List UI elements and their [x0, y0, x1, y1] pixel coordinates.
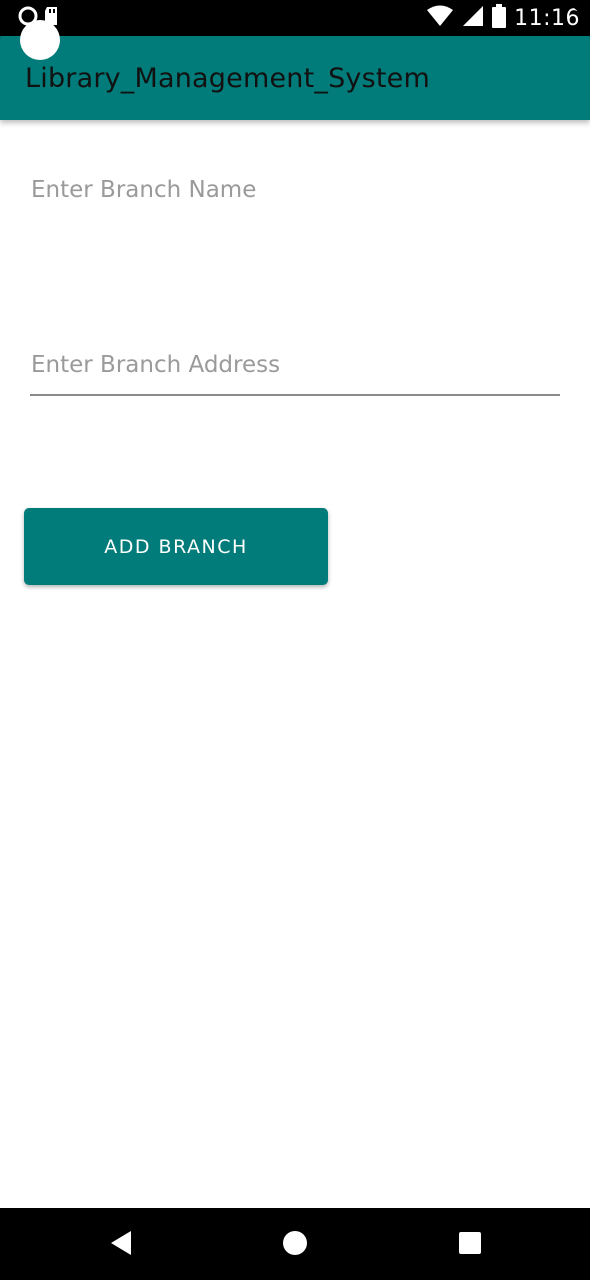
recent-apps-button[interactable]: [455, 1230, 485, 1260]
branch-address-input[interactable]: [30, 336, 560, 394]
phone-screen: 11:16 Library_Management_System ADD BRAN…: [0, 0, 590, 1280]
status-bar: 11:16: [0, 0, 590, 36]
back-icon: [109, 1230, 133, 1260]
wifi-icon: [426, 5, 454, 31]
status-right-icons: 11:16: [426, 4, 580, 32]
status-time: 11:16: [514, 5, 580, 31]
add-branch-button[interactable]: ADD BRANCH: [24, 508, 328, 585]
navigation-bar: [0, 1208, 590, 1280]
back-button[interactable]: [106, 1230, 136, 1260]
home-button[interactable]: [280, 1230, 310, 1260]
home-icon: [281, 1229, 309, 1261]
battery-icon: [492, 4, 507, 32]
branch-name-input[interactable]: [30, 160, 560, 220]
signal-icon: [462, 5, 484, 31]
app-bar: Library_Management_System: [0, 36, 590, 120]
main-content: ADD BRANCH: [0, 120, 590, 1208]
branch-address-field: [30, 336, 560, 396]
recent-apps-icon: [457, 1230, 483, 1260]
branch-name-field: [30, 160, 560, 220]
camera-cutout: [20, 20, 60, 60]
app-title: Library_Management_System: [25, 63, 430, 94]
add-branch-button-label: ADD BRANCH: [104, 535, 248, 558]
